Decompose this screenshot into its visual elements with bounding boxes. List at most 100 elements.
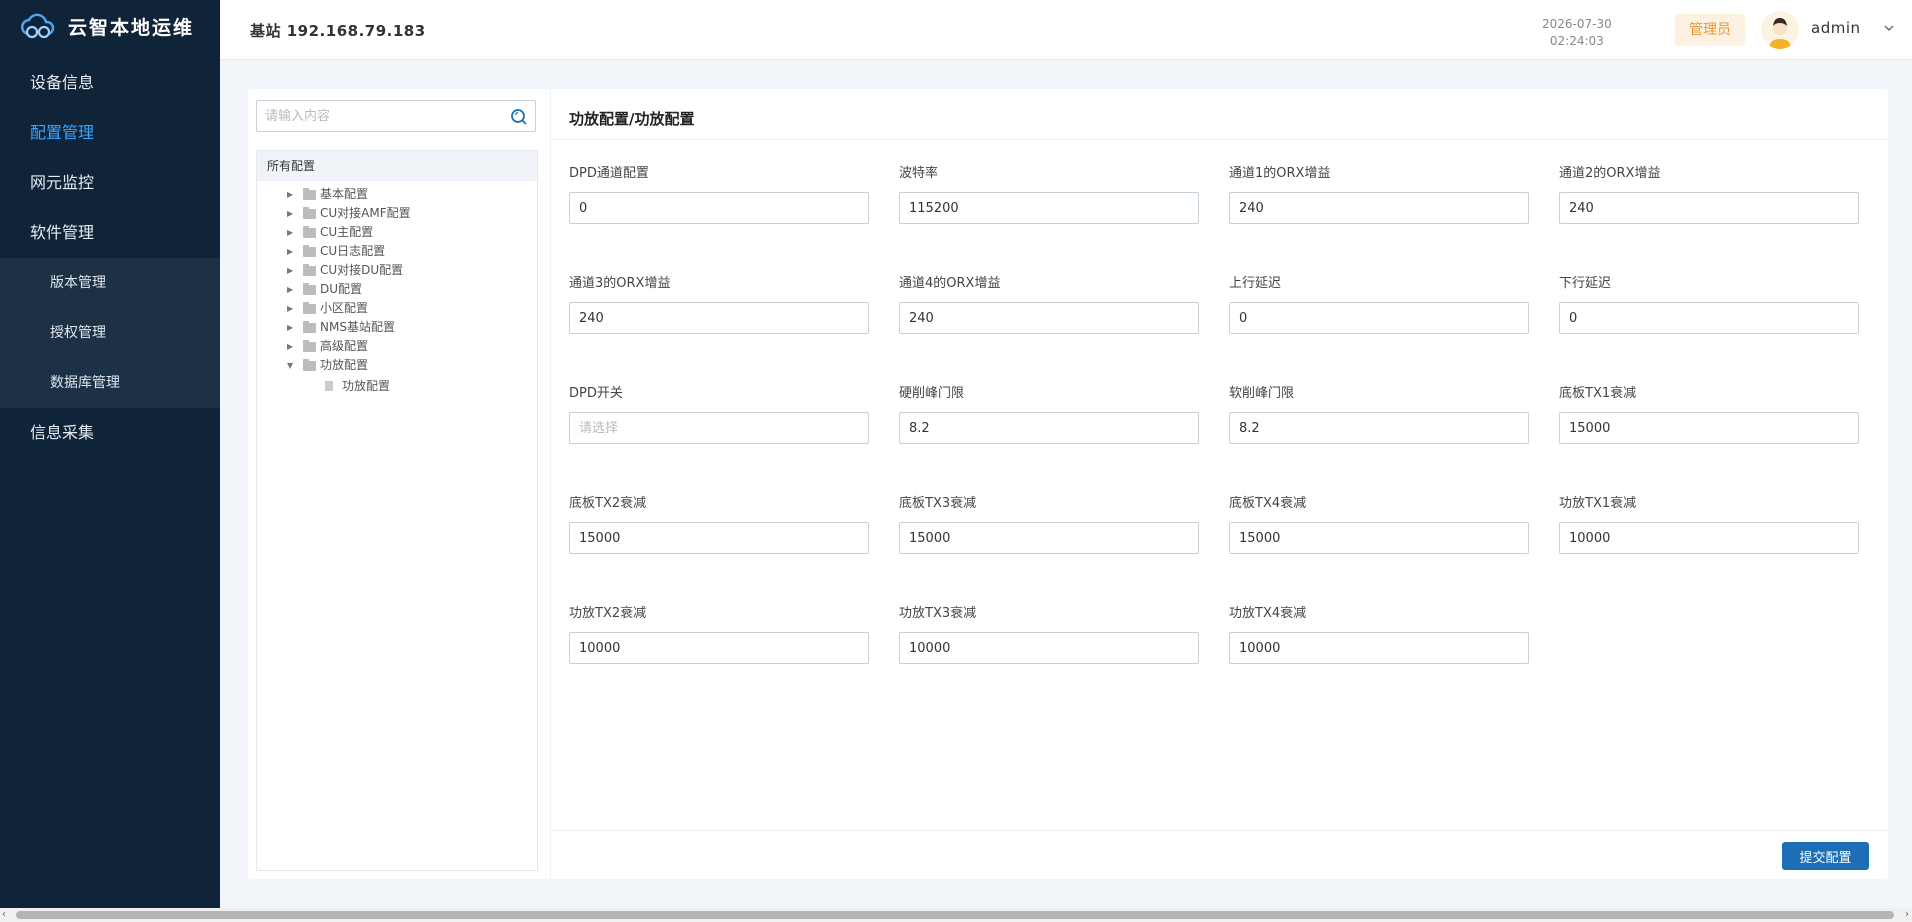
caret-right-icon[interactable]: ▶ — [287, 185, 297, 204]
tree-node[interactable]: ▶ CU主配置 — [257, 223, 537, 242]
field-label: 功放TX2衰减 — [569, 606, 647, 621]
tree-leaf-label: 功放配置 — [342, 379, 391, 393]
nav-item-device-info[interactable]: 设备信息 — [0, 58, 220, 108]
board-tx2-atten-input[interactable] — [569, 522, 869, 554]
horizontal-scrollbar[interactable]: ‹ › — [0, 908, 1912, 922]
sidebar: 云智本地运维 设备信息 配置管理 网元监控 软件管理 版本管理 授权管理 数据库… — [0, 0, 220, 908]
tree-node[interactable]: ▶ CU对接AMF配置 — [257, 204, 537, 223]
board-tx4-atten-input[interactable] — [1229, 522, 1529, 554]
pa-tx4-atten-input[interactable] — [1229, 632, 1529, 664]
pa-tx3-atten-input[interactable] — [899, 632, 1199, 664]
board-tx3-atten-input[interactable] — [899, 522, 1199, 554]
role-badge: 管理员 — [1675, 14, 1745, 46]
chevron-down-icon[interactable] — [1883, 22, 1897, 36]
form-field: 通道2的ORX增益 — [1559, 164, 1859, 224]
date-text: 2026-07-30 — [1542, 17, 1612, 31]
tree-node[interactable]: ▶ 小区配置 — [257, 299, 537, 318]
tree-node-label: 功放配置 — [320, 358, 369, 372]
caret-down-icon[interactable]: ▼ — [287, 356, 297, 375]
caret-right-icon[interactable]: ▶ — [287, 318, 297, 337]
tree-node-label: CU对接AMF配置 — [320, 206, 411, 220]
field-label: 通道4的ORX增益 — [899, 276, 1001, 291]
form-field: DPD通道配置 — [569, 164, 869, 224]
form-field: 通道1的ORX增益 — [1229, 164, 1529, 224]
tree-node[interactable]: ▶ CU日志配置 — [257, 242, 537, 261]
search-icon[interactable] — [509, 107, 529, 127]
field-label: 通道1的ORX增益 — [1229, 166, 1331, 181]
form-field: 功放TX4衰减 — [1229, 604, 1529, 664]
scroll-right-icon[interactable]: › — [1905, 908, 1909, 922]
field-label: 波特率 — [899, 166, 939, 181]
ch2-orx-gain-input[interactable] — [1559, 192, 1859, 224]
ch4-orx-gain-input[interactable] — [899, 302, 1199, 334]
scrollbar-thumb[interactable] — [16, 911, 1894, 919]
caret-right-icon[interactable]: ▶ — [287, 280, 297, 299]
submit-config-button[interactable]: 提交配置 — [1782, 842, 1869, 870]
board-tx1-atten-input[interactable] — [1559, 412, 1859, 444]
form-field: DPD开关 — [569, 384, 869, 444]
downlink-delay-input[interactable] — [1559, 302, 1859, 334]
tree-node-label: CU主配置 — [320, 225, 374, 239]
content-card: 所有配置 ▶ 基本配置 ▶ CU对接AMF配置 ▶ CU主配置 ▶ CU日志配置 ▶ CU… — [248, 89, 1889, 879]
tree-node[interactable]: ▶ 高级配置 — [257, 337, 537, 356]
form-field: 功放TX1衰减 — [1559, 494, 1859, 554]
ch1-orx-gain-input[interactable] — [1229, 192, 1529, 224]
file-icon — [325, 381, 333, 391]
tree-node[interactable]: ▶ CU对接DU配置 — [257, 261, 537, 280]
form-field: 功放TX3衰减 — [899, 604, 1199, 664]
field-label: 通道3的ORX增益 — [569, 276, 671, 291]
tree-node-label: CU日志配置 — [320, 244, 386, 258]
nav-item-software-management[interactable]: 软件管理 — [0, 208, 220, 258]
tree-node[interactable]: ▶ DU配置 — [257, 280, 537, 299]
field-label: DPD开关 — [569, 386, 623, 401]
tree-node-expanded[interactable]: ▼ 功放配置 — [257, 356, 537, 375]
ch3-orx-gain-input[interactable] — [569, 302, 869, 334]
field-label: 功放TX1衰减 — [1559, 496, 1637, 511]
nav-item-license-management[interactable]: 授权管理 — [0, 308, 220, 358]
software-sub-nav: 版本管理 授权管理 数据库管理 — [0, 258, 220, 408]
cloud-logo-icon — [20, 13, 55, 39]
nav-item-database-management[interactable]: 数据库管理 — [0, 358, 220, 408]
form-field: 通道3的ORX增益 — [569, 274, 869, 334]
dpd-switch-select[interactable] — [569, 412, 869, 444]
folder-icon — [303, 282, 316, 295]
soft-clip-threshold-input[interactable] — [1229, 412, 1529, 444]
baud-rate-input[interactable] — [899, 192, 1199, 224]
user-avatar-icon — [1761, 11, 1799, 49]
station-ip: 192.168.79.183 — [286, 22, 426, 40]
caret-right-icon[interactable]: ▶ — [287, 261, 297, 280]
caret-right-icon[interactable]: ▶ — [287, 242, 297, 261]
tree-node[interactable]: ▶ 基本配置 — [257, 185, 537, 204]
tree-node-label: 基本配置 — [320, 187, 369, 201]
nav-item-network-monitor[interactable]: 网元监控 — [0, 158, 220, 208]
tree-root[interactable]: 所有配置 — [257, 151, 537, 181]
pa-tx2-atten-input[interactable] — [569, 632, 869, 664]
caret-right-icon[interactable]: ▶ — [287, 299, 297, 318]
station-label: 基站 — [250, 22, 282, 40]
caret-right-icon[interactable]: ▶ — [287, 223, 297, 242]
nav-item-version-management[interactable]: 版本管理 — [0, 258, 220, 308]
tree-leaf[interactable]: 功放配置 — [257, 375, 537, 397]
field-label: 底板TX1衰减 — [1559, 386, 1637, 401]
dpd-channel-config-input[interactable] — [569, 192, 869, 224]
avatar[interactable] — [1761, 11, 1799, 49]
scroll-left-icon[interactable]: ‹ — [2, 908, 6, 922]
uplink-delay-input[interactable] — [1229, 302, 1529, 334]
caret-right-icon[interactable]: ▶ — [287, 337, 297, 356]
pa-tx1-atten-input[interactable] — [1559, 522, 1859, 554]
tree-search-input[interactable] — [257, 101, 497, 131]
hard-clip-threshold-input[interactable] — [899, 412, 1199, 444]
caret-right-icon[interactable]: ▶ — [287, 204, 297, 223]
tree-node[interactable]: ▶ NMS基站配置 — [257, 318, 537, 337]
nav-item-info-collection[interactable]: 信息采集 — [0, 408, 220, 458]
form-field: 底板TX1衰减 — [1559, 384, 1859, 444]
folder-icon — [303, 320, 316, 333]
form-field: 通道4的ORX增益 — [899, 274, 1199, 334]
field-label: 软削峰门限 — [1229, 386, 1295, 401]
nav-item-config-management[interactable]: 配置管理 — [0, 108, 220, 158]
username[interactable]: admin — [1811, 19, 1861, 37]
form-field: 底板TX2衰减 — [569, 494, 869, 554]
field-label: 上行延迟 — [1229, 276, 1282, 291]
folder-open-icon — [303, 358, 316, 371]
folder-icon — [303, 206, 316, 219]
